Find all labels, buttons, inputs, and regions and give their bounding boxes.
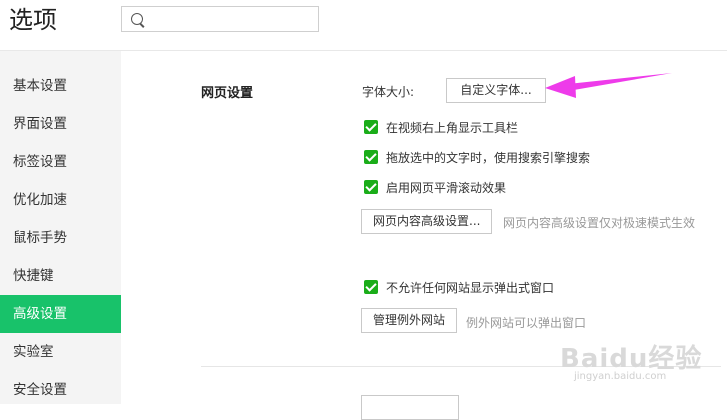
watermark-brand: Baidu经验: [560, 344, 703, 374]
watermark: Baidu经验 jingyan.baidu.com: [560, 338, 702, 382]
